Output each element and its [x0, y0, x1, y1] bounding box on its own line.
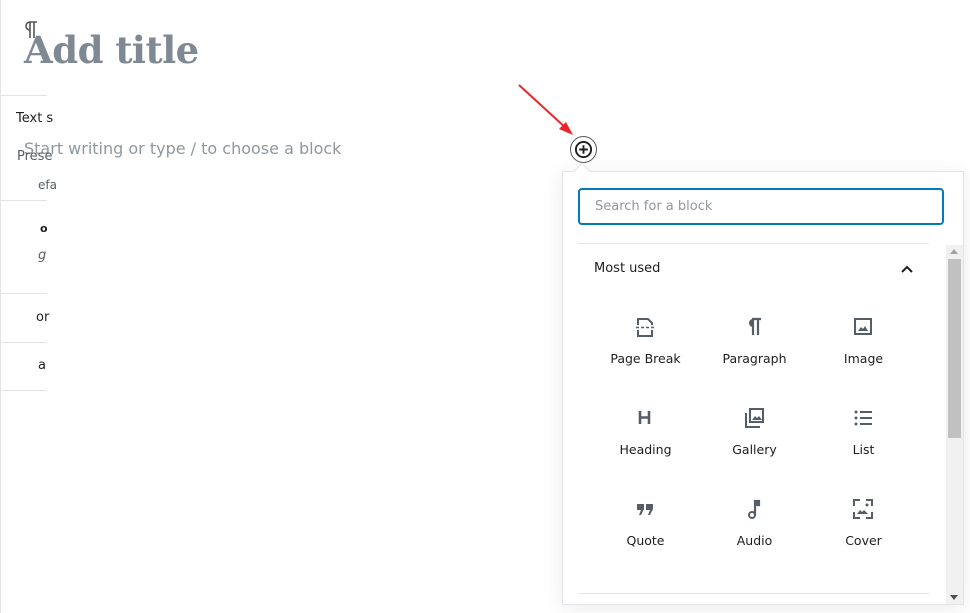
scroll-down-icon[interactable] [950, 595, 958, 600]
block-item-cover[interactable]: Cover [809, 488, 918, 574]
paragraph-icon [25, 21, 37, 38]
inserter-scrollbar[interactable] [946, 245, 963, 604]
annotation-arrow-icon [518, 84, 573, 135]
sidebar-option[interactable]: o [40, 222, 48, 235]
block-search-input[interactable] [578, 188, 944, 225]
block-label: Heading [619, 442, 672, 457]
audio-icon [748, 499, 761, 519]
list-icon [854, 410, 872, 426]
gallery-icon [745, 408, 764, 428]
block-item-quote[interactable]: Quote [591, 488, 700, 574]
block-label: Cover [845, 533, 882, 548]
block-item-paragraph[interactable]: Paragraph [700, 306, 809, 392]
settings-sidebar: Text s Prese efa o g or a [0, 0, 57, 613]
block-label: Audio [736, 533, 773, 548]
sidebar-heading: Text s [16, 111, 54, 126]
block-item-gallery[interactable]: Gallery [700, 397, 809, 483]
block-item-image[interactable]: Image [809, 306, 918, 392]
heading-icon [638, 411, 651, 424]
sidebar-select[interactable]: efa [38, 178, 57, 192]
block-label: List [852, 442, 875, 457]
cover-icon [853, 499, 873, 519]
sidebar-presets-label: Prese [17, 149, 53, 164]
paragraph-icon [749, 317, 761, 335]
block-placeholder[interactable]: Start writing or type / to choose a bloc… [24, 139, 341, 158]
image-icon [854, 318, 872, 335]
section-title: Most used [594, 261, 661, 276]
chevron-up-icon[interactable] [899, 261, 915, 277]
scrollbar-thumb[interactable] [948, 259, 961, 438]
block-inserter-popover: Most used Page Break Paragraph Image Hea… [562, 171, 964, 605]
block-item-list[interactable]: List [809, 397, 918, 483]
post-title-input[interactable]: Add title [24, 28, 199, 72]
block-label: Page Break [610, 351, 681, 366]
block-label: Image [843, 351, 884, 366]
block-item-page-break[interactable]: Page Break [591, 306, 700, 392]
block-label: Gallery [732, 442, 777, 457]
block-label: Quote [626, 533, 665, 548]
scroll-up-icon[interactable] [950, 249, 958, 254]
sidebar-panel-advanced[interactable]: a [38, 358, 46, 373]
quote-icon [637, 504, 653, 515]
block-item-heading[interactable]: Heading [591, 397, 700, 483]
block-item-audio[interactable]: Audio [700, 488, 809, 574]
block-label: Paragraph [722, 351, 787, 366]
plus-circle-icon [574, 140, 593, 159]
add-block-button[interactable] [570, 136, 597, 163]
page-break-icon [636, 318, 654, 337]
sidebar-hint: g [38, 248, 47, 263]
sidebar-panel-color[interactable]: or [36, 310, 49, 325]
